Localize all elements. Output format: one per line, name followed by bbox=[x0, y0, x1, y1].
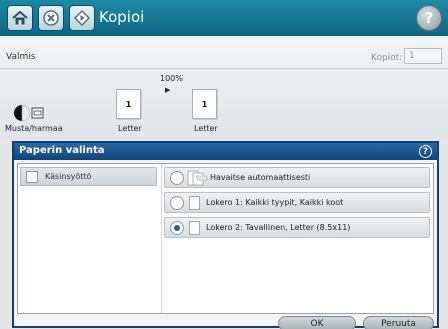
radio-tray-2[interactable] bbox=[170, 221, 184, 235]
radio-selected-dot bbox=[174, 225, 180, 231]
color-mode-label: Musta/harmaa bbox=[5, 124, 63, 133]
zoom-label: 100% bbox=[160, 74, 183, 83]
paper-selection-dialog: Paperin valinta ? Käsinsyöttö Havaitse a… bbox=[12, 141, 439, 329]
divider bbox=[161, 164, 162, 313]
status-panel bbox=[0, 36, 448, 139]
option-auto-detect-label: Havaitse automaattisesti bbox=[210, 173, 311, 182]
original-size-label: Letter bbox=[118, 124, 142, 133]
paper-icon bbox=[189, 196, 200, 210]
dialog-header: Paperin valinta ? bbox=[14, 143, 437, 160]
ok-button[interactable]: OK bbox=[278, 316, 356, 329]
help-icon: ? bbox=[422, 146, 429, 157]
copies-label: Kopiot: bbox=[371, 53, 403, 63]
app-title: Kopioi bbox=[99, 8, 145, 26]
copy-size-label: Letter bbox=[194, 124, 218, 133]
start-button[interactable] bbox=[69, 5, 95, 31]
stop-button[interactable] bbox=[38, 5, 64, 31]
option-tray-1-label: Lokero 1: Kaikki tyypit, Kaikki koot bbox=[206, 198, 344, 207]
home-button[interactable] bbox=[7, 5, 33, 31]
copies-field[interactable]: 1 bbox=[404, 48, 442, 64]
arrow-right-icon: ▶ bbox=[165, 86, 171, 94]
original-page-icon[interactable]: 1 bbox=[116, 89, 141, 119]
copy-screen: Kopioi ? Valmis Kopiot: 1 Musta/harmaa 1… bbox=[0, 0, 448, 329]
dialog-help-button[interactable]: ? bbox=[419, 145, 432, 158]
option-tray-1[interactable]: Lokero 1: Kaikki tyypit, Kaikki koot bbox=[164, 192, 430, 213]
cancel-button[interactable]: Peruuta bbox=[363, 316, 434, 329]
dialog-title: Paperin valinta bbox=[19, 145, 105, 156]
option-tray-2-label: Lokero 2: Tavallinen, Letter (8.5x11) bbox=[206, 223, 351, 232]
original-count: 1 bbox=[125, 99, 132, 109]
manual-feed-label: Käsinsyöttö bbox=[45, 172, 92, 181]
option-tray-2[interactable]: Lokero 2: Tavallinen, Letter (8.5x11) bbox=[164, 217, 430, 238]
color-mode-icon[interactable] bbox=[14, 105, 44, 121]
stop-icon bbox=[43, 10, 59, 26]
paper-icon bbox=[189, 221, 200, 235]
option-auto-detect[interactable]: Havaitse automaattisesti bbox=[164, 167, 430, 188]
help-icon: ? bbox=[424, 9, 434, 27]
help-button[interactable]: ? bbox=[416, 5, 442, 31]
copy-count: 1 bbox=[201, 99, 208, 109]
copy-page-icon[interactable]: 1 bbox=[192, 89, 217, 119]
top-bar: Kopioi ? bbox=[0, 0, 448, 36]
manual-feed-item[interactable]: Käsinsyöttö bbox=[20, 167, 157, 186]
manual-feed-checkbox[interactable] bbox=[26, 171, 38, 183]
divider bbox=[0, 68, 448, 69]
status-text: Valmis bbox=[6, 52, 36, 62]
radio-tray-1[interactable] bbox=[170, 196, 184, 210]
auto-detect-paper-icon bbox=[187, 170, 209, 186]
dialog-content: Käsinsyöttö Havaitse automaattisesti Lok… bbox=[17, 163, 434, 314]
home-icon bbox=[12, 10, 28, 25]
radio-auto-detect[interactable] bbox=[170, 171, 184, 185]
start-icon bbox=[73, 9, 91, 27]
